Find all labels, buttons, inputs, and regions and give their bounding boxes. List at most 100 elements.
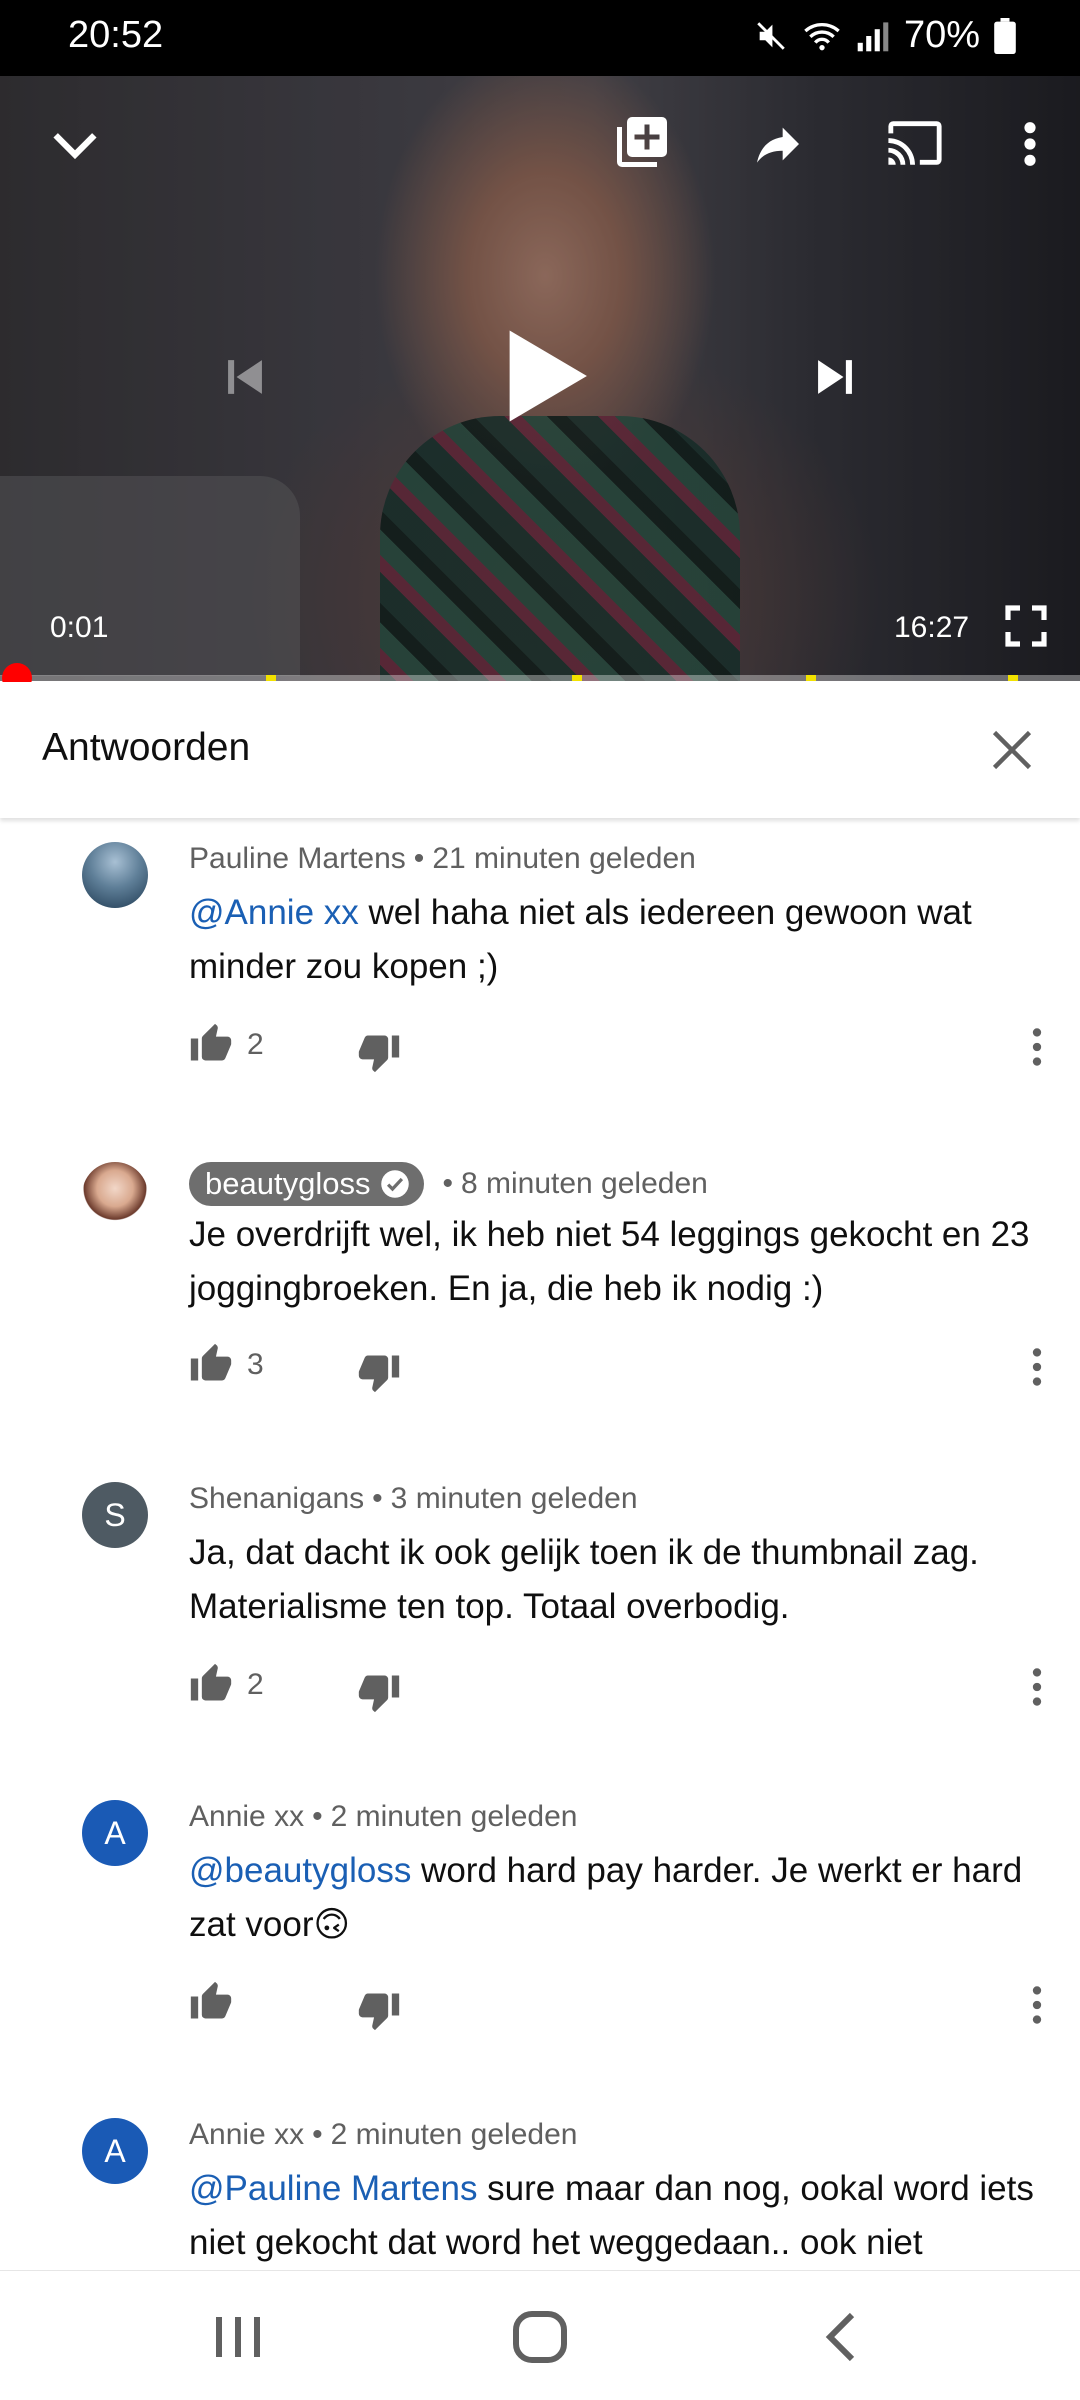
comment-item: beautygloss • 8 minuten geleden Je overd… <box>0 1138 1080 1458</box>
status-bar: 20:52 70% <box>0 0 1080 76</box>
wifi-icon <box>804 22 840 50</box>
comment-meta: Annie xx • 2 minuten geleden <box>189 1800 577 1834</box>
close-icon <box>992 730 1032 770</box>
comment-actions: 2 <box>189 1022 1059 1082</box>
minimize-button[interactable] <box>46 116 104 174</box>
skip-previous-icon <box>228 360 262 394</box>
avatar[interactable]: A <box>82 1800 148 1866</box>
meta-separator: • <box>413 842 425 875</box>
comment-text: Je overdrijft wel, ik heb niet 54 leggin… <box>189 1208 1049 1316</box>
comment-author[interactable]: Annie xx <box>189 1800 304 1834</box>
next-button[interactable] <box>806 348 864 406</box>
comment-mention[interactable]: @Pauline Martens <box>189 2169 477 2208</box>
back-icon[interactable] <box>812 2311 872 2363</box>
comment-author[interactable]: Annie xx <box>189 2118 304 2152</box>
meta-separator: • <box>442 1167 453 1200</box>
signal-icon <box>857 21 889 51</box>
like-icon[interactable] <box>189 1662 233 1706</box>
fullscreen-icon <box>1005 605 1047 647</box>
comment-meta: beautygloss • 8 minuten geleden <box>189 1162 708 1206</box>
comment-meta: Annie xx • 2 minuten geleden <box>189 2118 577 2152</box>
comment-more-icon[interactable] <box>1015 1662 1059 1712</box>
comment-item: A Annie xx • 2 minuten geleden @beautygl… <box>0 1776 1080 2096</box>
comment-time: 21 minuten geleden <box>432 842 696 875</box>
like-count: 2 <box>247 1668 264 1701</box>
comment-author: beautygloss <box>205 1166 371 1201</box>
video-player[interactable]: 0:01 16:27 <box>0 76 1080 681</box>
replies-list[interactable]: Pauline Martens • 21 minuten geleden @An… <box>0 818 1080 2270</box>
more-options-button[interactable] <box>1010 116 1050 172</box>
cast-icon <box>888 121 942 165</box>
close-replies-button[interactable] <box>982 720 1042 780</box>
comment-body: Ja, dat dacht ik ook gelijk toen ik de t… <box>189 1533 979 1626</box>
avatar[interactable]: A <box>82 2118 148 2184</box>
seek-bar[interactable] <box>0 663 1080 693</box>
comment-body: Je overdrijft wel, ik heb niet 54 leggin… <box>189 1215 1030 1308</box>
dislike-icon[interactable] <box>357 1350 401 1394</box>
add-to-playlist-icon <box>617 117 667 167</box>
comment-actions <box>189 1980 1059 2040</box>
comment-text: @Pauline Martens sure maar dan nog, ooka… <box>189 2162 1049 2270</box>
chapter-marker <box>572 675 582 681</box>
comment-actions: 2 <box>189 1662 1059 1722</box>
like-count: 2 <box>247 1028 264 1061</box>
replies-title: Antwoorden <box>42 726 251 769</box>
duration: 16:27 <box>894 611 970 644</box>
avatar-letter: A <box>104 1814 126 1851</box>
avatar[interactable]: S <box>82 1482 148 1548</box>
chevron-down-icon <box>53 133 97 160</box>
comment-text: @beautygloss word hard pay harder. Je we… <box>189 1844 1049 1952</box>
skip-next-icon <box>818 360 852 394</box>
status-icons: 70% <box>754 14 1016 57</box>
fullscreen-button[interactable] <box>1002 602 1050 650</box>
comment-more-icon[interactable] <box>1015 1980 1059 2030</box>
battery-percent: 70% <box>903 14 980 56</box>
share-button[interactable] <box>750 116 806 172</box>
comment-time: 2 minuten geleden <box>330 2118 578 2151</box>
like-icon[interactable] <box>189 1342 233 1386</box>
comment-item: S Shenanigans • 3 minuten geleden Ja, da… <box>0 1458 1080 1778</box>
more-vert-icon <box>1024 122 1036 166</box>
dislike-icon[interactable] <box>357 1030 401 1074</box>
chapter-marker <box>806 675 816 681</box>
replies-header: Antwoorden <box>0 682 1080 818</box>
avatar[interactable] <box>82 842 148 908</box>
verified-check-icon <box>381 1170 410 1198</box>
cast-button[interactable] <box>884 114 946 172</box>
mute-icon <box>757 21 785 50</box>
status-time: 20:52 <box>68 14 164 56</box>
avatar-letter: S <box>104 1496 126 1533</box>
battery-icon <box>994 17 1016 54</box>
home-icon[interactable] <box>510 2311 570 2363</box>
creator-chip[interactable]: beautygloss <box>189 1162 425 1206</box>
meta-separator: • <box>312 1800 323 1833</box>
like-count: 3 <box>247 1348 264 1381</box>
like-icon[interactable] <box>189 1980 233 2024</box>
comment-text: @Annie xx wel haha niet als iedereen gew… <box>189 886 1049 994</box>
chapter-marker <box>266 675 276 681</box>
comment-more-icon[interactable] <box>1015 1342 1059 1392</box>
share-icon <box>757 127 799 163</box>
current-time: 0:01 <box>50 611 109 644</box>
comment-more-icon[interactable] <box>1015 1022 1059 1072</box>
avatar[interactable] <box>82 1162 148 1228</box>
play-button[interactable] <box>500 326 592 426</box>
previous-button[interactable] <box>216 348 274 406</box>
comment-text: Ja, dat dacht ik ook gelijk toen ik de t… <box>189 1526 1049 1634</box>
comment-time: 2 minuten geleden <box>330 1800 578 1833</box>
chapter-marker <box>1008 675 1018 681</box>
comment-author[interactable]: Pauline Martens <box>189 842 406 876</box>
meta-separator: • <box>372 1482 383 1515</box>
comment-mention[interactable]: @Annie xx <box>189 893 359 932</box>
comment-author[interactable]: Shenanigans <box>189 1482 364 1516</box>
add-to-playlist-button[interactable] <box>612 112 672 172</box>
dislike-icon[interactable] <box>357 1670 401 1714</box>
comment-mention[interactable]: @beautygloss <box>189 1851 411 1890</box>
comment-actions: 3 <box>189 1342 1059 1402</box>
comment-meta: Shenanigans • 3 minuten geleden <box>189 1482 638 1516</box>
play-icon <box>509 330 587 422</box>
dislike-icon[interactable] <box>357 1988 401 2032</box>
recent-apps-icon[interactable] <box>208 2311 268 2363</box>
like-icon[interactable] <box>189 1022 233 1066</box>
meta-separator: • <box>312 2118 323 2151</box>
